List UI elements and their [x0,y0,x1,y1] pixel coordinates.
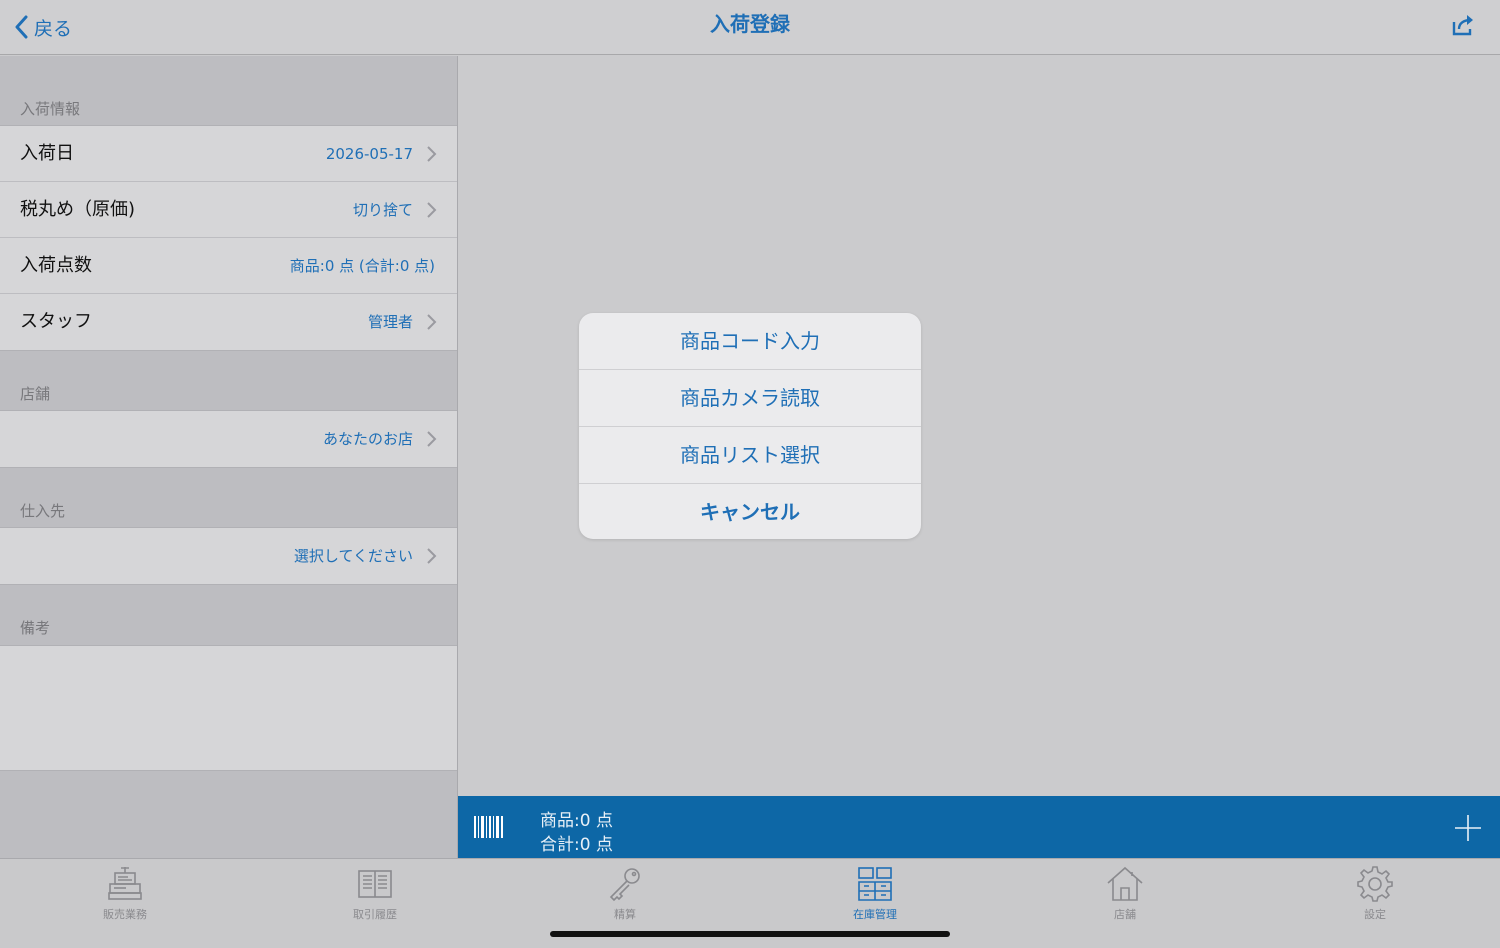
row-label: 税丸め（原価) [20,199,136,220]
row-staff[interactable]: スタッフ 管理者 [0,294,457,350]
section-header-memo: 備考 [20,619,51,637]
tab-label: 在庫管理 [853,908,897,921]
info-group: 入荷日 2026-05-17 税丸め（原価) 切り捨て 入荷点数 商品:0 点 … [0,125,457,351]
row-arrival-count: 入荷点数 商品:0 点 (合計:0 点) [0,238,457,294]
row-value: あなたのお店 [322,430,413,448]
summary-bar: 商品:0 点 合計:0 点 [458,796,1500,858]
chevron-right-icon [427,314,437,330]
store-group: あなたのお店 [0,410,457,468]
inventory-icon [858,867,892,901]
section-header-supplier: 仕入先 [20,502,66,520]
camera-scan-button[interactable]: 商品カメラ読取 [579,370,921,427]
row-value: 2026-05-17 [325,145,413,163]
chevron-right-icon [427,202,437,218]
key-icon [609,868,640,902]
tab-store[interactable]: 店舗 [1000,859,1250,929]
book-icon [358,870,392,898]
navigation-bar: 戻る 入荷登録 [0,0,1500,55]
row-value: 管理者 [367,313,413,331]
row-store[interactable]: あなたのお店 [0,411,457,467]
section-header-store: 店舗 [20,385,51,403]
barcode-icon[interactable] [474,816,504,838]
plus-icon[interactable] [1454,814,1482,842]
share-icon[interactable] [1450,12,1476,38]
tab-settlement[interactable]: 精算 [500,859,750,929]
tab-label: 設定 [1364,908,1386,921]
cancel-button[interactable]: キャンセル [579,484,921,539]
tab-inventory[interactable]: 在庫管理 [750,859,1000,929]
memo-field[interactable] [0,645,457,771]
row-tax-rounding[interactable]: 税丸め（原価) 切り捨て [0,182,457,238]
page-title: 入荷登録 [710,12,790,36]
tab-label: 販売業務 [103,908,147,921]
section-header-info: 入荷情報 [20,100,81,118]
chevron-right-icon [427,146,437,162]
row-arrival-date[interactable]: 入荷日 2026-05-17 [0,126,457,182]
cash-register-icon [108,867,142,900]
house-icon [1107,866,1143,901]
tab-sales[interactable]: 販売業務 [0,859,250,929]
tab-label: 店舗 [1114,908,1136,921]
add-item-action-sheet: 商品コード入力 商品カメラ読取 商品リスト選択 キャンセル [579,313,921,539]
gear-icon [1357,866,1393,902]
tab-settings[interactable]: 設定 [1250,859,1500,929]
chevron-right-icon [427,431,437,447]
tab-history[interactable]: 取引履歴 [250,859,500,929]
row-value: 切り捨て [352,201,413,219]
row-value: 選択してください [293,547,413,565]
row-label: 入荷日 [20,143,74,164]
product-list-select-button[interactable]: 商品リスト選択 [579,427,921,484]
left-panel: 入荷情報 入荷日 2026-05-17 税丸め（原価) 切り捨て 入荷点数 商品… [0,56,458,858]
chevron-right-icon [427,548,437,564]
total-count-text: 合計:0 点 [540,835,613,855]
row-value: 商品:0 点 (合計:0 点) [289,257,435,275]
item-count-text: 商品:0 点 [540,811,613,831]
supplier-group: 選択してください [0,527,457,585]
row-label: スタッフ [20,311,92,332]
home-indicator [550,931,950,937]
tab-label: 取引履歴 [353,908,397,921]
row-label: 入荷点数 [20,255,92,276]
row-supplier[interactable]: 選択してください [0,528,457,584]
product-code-input-button[interactable]: 商品コード入力 [579,313,921,370]
tab-label: 精算 [614,908,636,921]
